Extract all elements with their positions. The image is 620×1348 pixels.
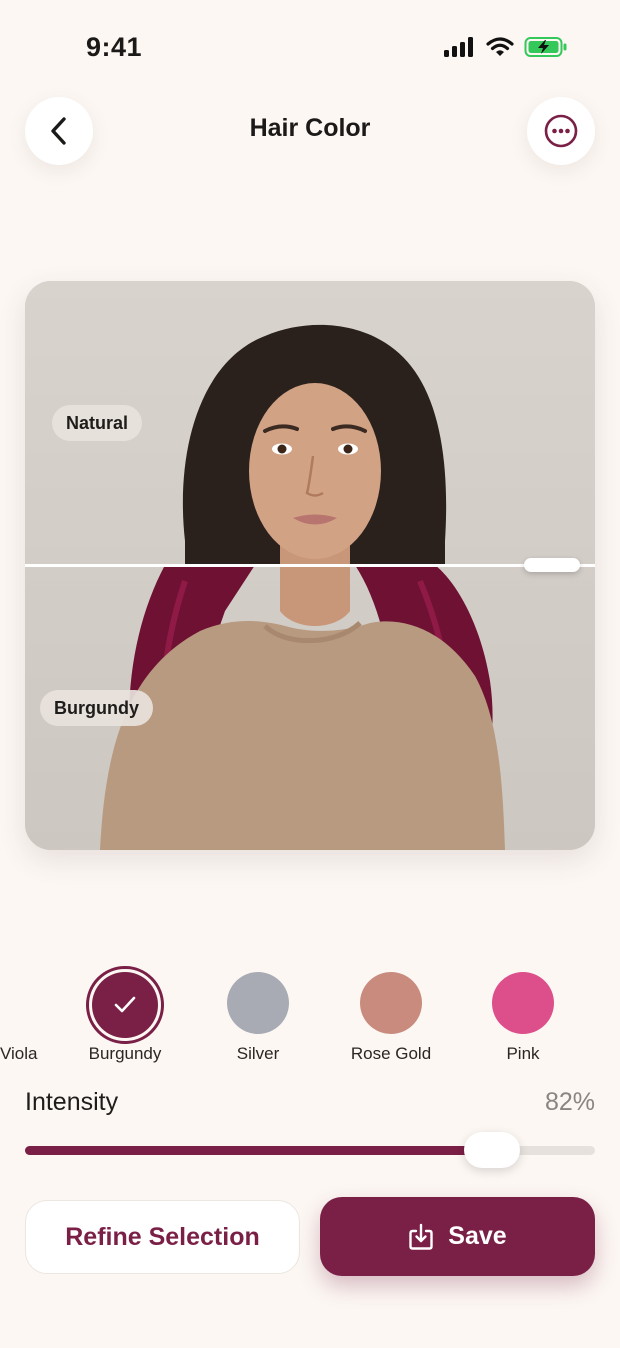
more-options-button[interactable] (527, 97, 595, 165)
save-label: Save (448, 1222, 507, 1250)
download-icon (409, 1223, 433, 1250)
comparison-divider (25, 564, 595, 567)
swatch-rose-gold[interactable]: Rose Gold (351, 972, 431, 1063)
swatch-silver[interactable]: Silver (226, 972, 290, 1063)
natural-label: Natural (52, 405, 143, 441)
more-icon (544, 114, 578, 148)
burgundy-label: Burgundy (40, 690, 153, 726)
refine-selection-button[interactable]: Refine Selection (25, 1200, 300, 1274)
swatch-silver-circle (227, 972, 289, 1034)
battery-icon (524, 37, 567, 57)
swatch-burgundy[interactable] (86, 966, 164, 1044)
intensity-label: Intensity (25, 1088, 119, 1116)
intensity-slider-fill (25, 1146, 493, 1155)
comparison-handle[interactable] (524, 558, 580, 572)
intensity-value: 82% (544, 1088, 595, 1116)
swatch-label-rose-gold: Rose Gold (350, 1044, 432, 1063)
swatch-label-silver: Silver (236, 1044, 280, 1063)
swatch-rose-gold-circle (360, 972, 422, 1034)
intensity-slider[interactable] (25, 1132, 595, 1168)
swatch-label-clipped[interactable]: Viola (0, 1044, 42, 1064)
swatch-label-burgundy: Burgundy (88, 1044, 162, 1063)
refine-selection-label: Refine Selection (65, 1222, 260, 1251)
swatch-label-pink: Pink (506, 1044, 540, 1063)
status-time: 9:41 (86, 32, 143, 62)
status-icons (444, 36, 568, 58)
signal-icon (444, 37, 473, 57)
swatch-pink[interactable]: Pink (491, 972, 555, 1063)
swatch-burgundy-fill (92, 972, 158, 1038)
intensity-slider-thumb[interactable] (464, 1132, 521, 1168)
wifi-icon (486, 37, 514, 56)
checkmark-icon (114, 996, 136, 1013)
swatch-pink-circle (492, 972, 554, 1034)
save-button[interactable]: Save (320, 1197, 595, 1276)
hair-preview[interactable]: Natural Burgundy (25, 281, 595, 850)
status-bar: 9:41 (0, 0, 620, 100)
